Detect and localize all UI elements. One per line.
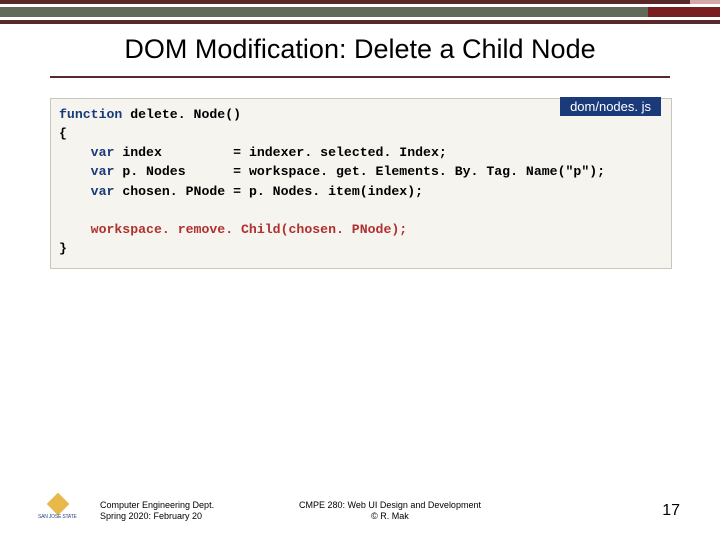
university-logo: SAN JOSE STATE (44, 496, 72, 526)
course-line-1: CMPE 280: Web UI Design and Development (280, 500, 500, 511)
file-name-badge: dom/nodes. js (560, 97, 661, 116)
course-line-2: © R. Mak (280, 511, 500, 522)
slide-title: DOM Modification: Delete a Child Node (0, 34, 720, 65)
title-underline (50, 76, 670, 78)
decorative-top-bars (0, 0, 720, 24)
dept-line-1: Computer Engineering Dept. (100, 500, 214, 511)
dept-line-2: Spring 2020: February 20 (100, 511, 214, 522)
code-content: function delete. Node() { var index = in… (59, 105, 663, 258)
course-info: CMPE 280: Web UI Design and Development … (280, 500, 500, 522)
slide-footer: SAN JOSE STATE Computer Engineering Dept… (0, 486, 720, 526)
code-block: dom/nodes. js function delete. Node() { … (50, 98, 672, 269)
page-number: 17 (662, 502, 680, 520)
department-info: Computer Engineering Dept. Spring 2020: … (100, 500, 214, 522)
logo-text: SAN JOSE STATE (38, 514, 77, 520)
